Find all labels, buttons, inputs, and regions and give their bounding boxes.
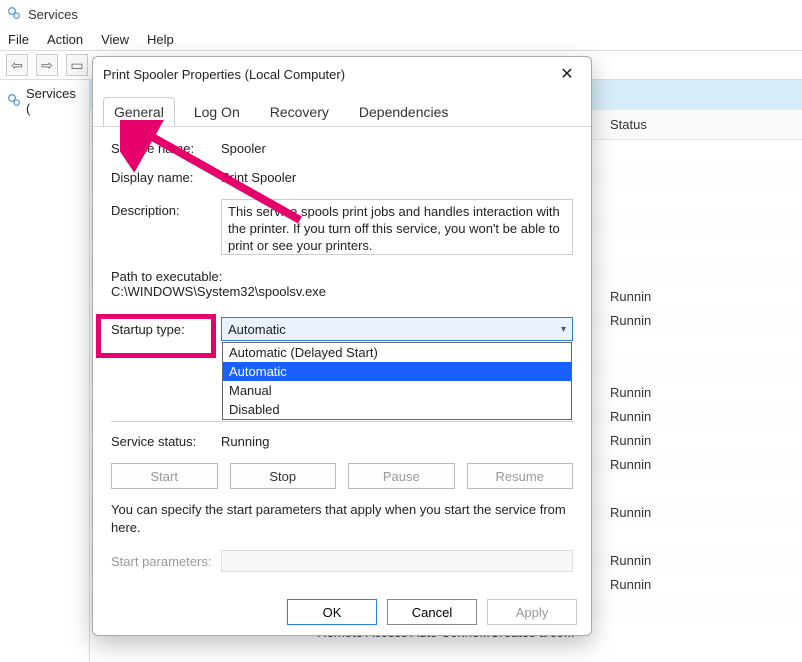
menu-file[interactable]: File — [8, 32, 29, 47]
label-service-status: Service status: — [111, 434, 221, 449]
tab-strip: General Log On Recovery Dependencies — [93, 91, 591, 127]
menu-action[interactable]: Action — [47, 32, 83, 47]
cell-status: Runnin — [610, 457, 690, 472]
resume-button[interactable]: Resume — [467, 463, 574, 489]
start-params-input[interactable] — [221, 550, 573, 572]
back-button[interactable]: ⇦ — [6, 54, 28, 76]
combo-option[interactable]: Automatic (Delayed Start) — [223, 343, 571, 362]
ok-button[interactable]: OK — [287, 599, 377, 625]
left-pane: Services ( — [0, 80, 90, 662]
forward-button[interactable]: ⇨ — [36, 54, 58, 76]
tab-recovery[interactable]: Recovery — [259, 97, 340, 126]
label-startup-type: Startup type: — [111, 322, 221, 337]
label-service-name: Service name: — [111, 141, 221, 156]
cell-status: Runnin — [610, 289, 690, 304]
value-path: C:\WINDOWS\System32\spoolsv.exe — [111, 284, 573, 299]
pause-button[interactable]: Pause — [348, 463, 455, 489]
label-start-params: Start parameters: — [111, 554, 221, 569]
combo-option-selected[interactable]: Automatic — [223, 362, 571, 381]
chevron-down-icon: ▾ — [561, 324, 566, 335]
cell-status: Runnin — [610, 433, 690, 448]
tree-item-services[interactable]: Services ( — [4, 84, 85, 118]
hint-text: You can specify the start parameters tha… — [111, 501, 573, 536]
tree-label: Services ( — [26, 86, 83, 116]
menu-help[interactable]: Help — [147, 32, 174, 47]
tab-dependencies[interactable]: Dependencies — [348, 97, 460, 126]
cancel-button[interactable]: Cancel — [387, 599, 477, 625]
menubar[interactable]: File Action View Help — [0, 28, 802, 50]
dialog-title: Print Spooler Properties (Local Computer… — [103, 67, 345, 82]
col-status[interactable]: Status — [610, 117, 690, 132]
menu-view[interactable]: View — [101, 32, 129, 47]
startup-type-combo[interactable]: Automatic ▾ Automatic (Delayed Start) Au… — [221, 317, 573, 341]
services-icon — [6, 5, 22, 24]
combo-selected: Automatic — [228, 322, 286, 337]
window-title: Services — [28, 7, 78, 22]
description-box[interactable]: This service spools print jobs and handl… — [221, 199, 573, 255]
stop-button[interactable]: Stop — [230, 463, 337, 489]
value-display-name: Print Spooler — [221, 170, 573, 185]
value-service-name: Spooler — [221, 141, 573, 156]
label-description: Description: — [111, 199, 221, 218]
startup-type-dropdown[interactable]: Automatic (Delayed Start) Automatic Manu… — [222, 342, 572, 420]
value-service-status: Running — [221, 434, 573, 449]
combo-option[interactable]: Disabled — [223, 400, 571, 419]
toolbar-button[interactable]: ▭ — [66, 54, 88, 76]
properties-dialog: Print Spooler Properties (Local Computer… — [92, 56, 592, 636]
tab-logon[interactable]: Log On — [183, 97, 251, 126]
start-button[interactable]: Start — [111, 463, 218, 489]
services-icon — [6, 92, 22, 111]
titlebar: Services — [0, 0, 802, 28]
tab-general[interactable]: General — [103, 97, 175, 126]
label-display-name: Display name: — [111, 170, 221, 185]
dialog-titlebar: Print Spooler Properties (Local Computer… — [93, 57, 591, 91]
cell-status: Runnin — [610, 409, 690, 424]
cell-status: Runnin — [610, 313, 690, 328]
cell-status: Runnin — [610, 577, 690, 592]
divider — [111, 421, 573, 422]
close-button[interactable]: ✕ — [553, 60, 581, 88]
cell-status: Runnin — [610, 505, 690, 520]
cell-status: Runnin — [610, 385, 690, 400]
apply-button[interactable]: Apply — [487, 599, 577, 625]
cell-status: Runnin — [610, 553, 690, 568]
combo-option[interactable]: Manual — [223, 381, 571, 400]
label-path: Path to executable: — [111, 269, 573, 284]
